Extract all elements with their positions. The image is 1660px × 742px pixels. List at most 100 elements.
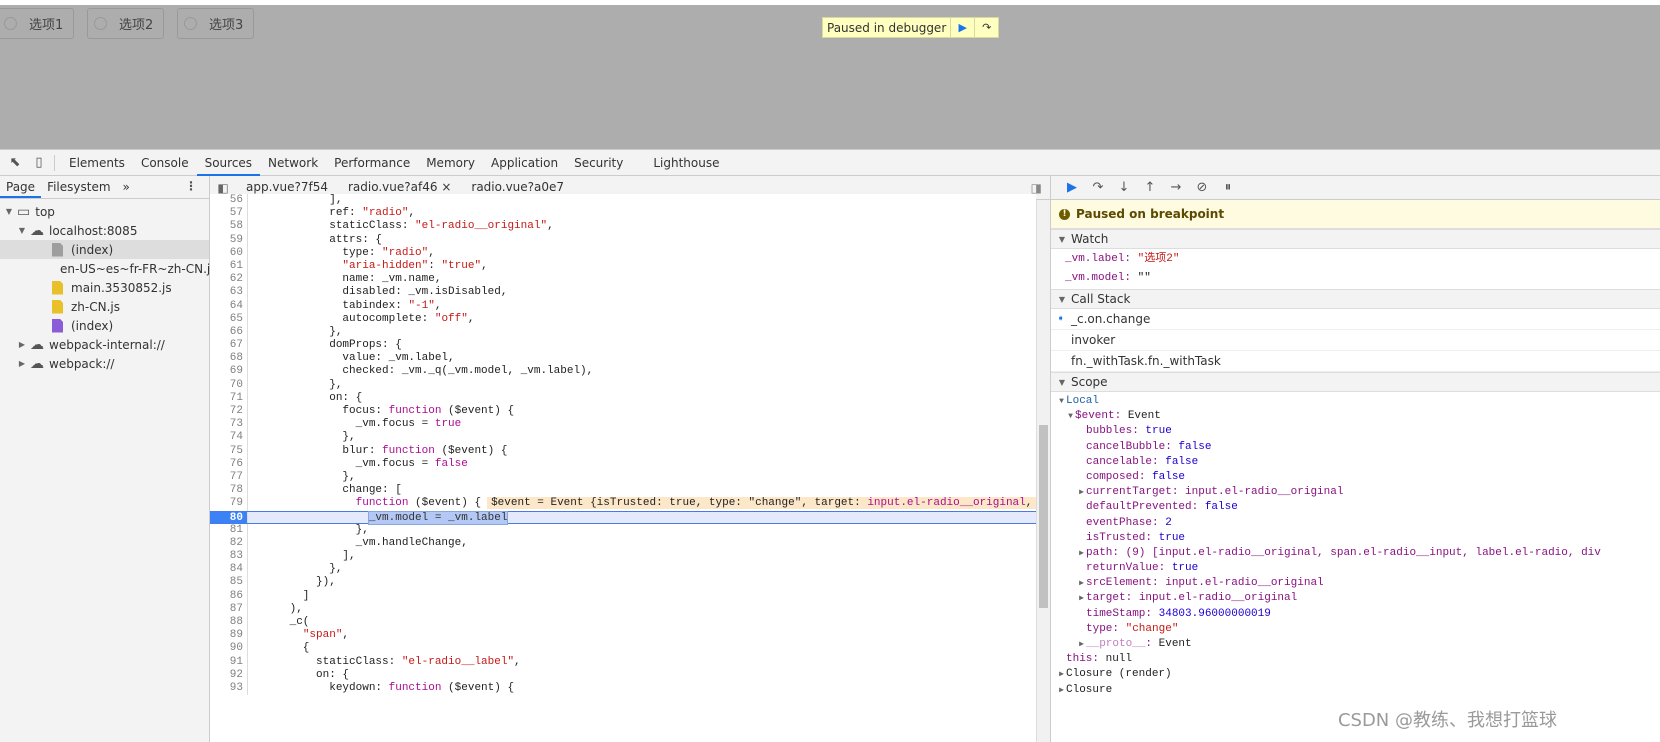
code-line[interactable]: 74 }, [210, 431, 1036, 445]
radio-option-1[interactable]: 选项1 [0, 8, 75, 39]
callstack-frame-active[interactable]: ➧ _c.on.change [1051, 309, 1660, 330]
deactivate-breakpoints-icon[interactable]: ⊘ [1189, 180, 1215, 195]
tab-elements[interactable]: Elements [61, 150, 133, 176]
line-number[interactable]: 79 [210, 497, 248, 511]
line-number[interactable]: 72 [210, 405, 248, 419]
step-out-icon[interactable]: ↑ [1137, 180, 1163, 195]
triangle-right-icon[interactable]: ▶ [1057, 667, 1066, 682]
code-line[interactable]: 58 staticClass: "el-radio__original", [210, 220, 1036, 234]
tree-item[interactable]: en-US~es~fr-FR~zh-CN.js [0, 259, 216, 278]
scope-item[interactable]: ▼ $event: Event [1051, 409, 1660, 424]
scope-item[interactable]: ▼ Local [1051, 394, 1660, 409]
triangle-right-icon[interactable]: ▶ [1077, 576, 1086, 591]
tree-item[interactable]: ▼ ▭ top [0, 202, 209, 221]
scope-item[interactable]: ▶ __proto__: Event [1051, 637, 1660, 652]
triangle-down-icon[interactable]: ▼ [1066, 409, 1075, 424]
triangle-right-icon[interactable]: ▶ [1077, 591, 1086, 606]
tree-item[interactable]: ▼ ☁ localhost:8085 [0, 221, 209, 240]
line-number[interactable]: 92 [210, 668, 248, 682]
scope-item[interactable]: ▶ currentTarget: input.el-radio__original [1051, 485, 1660, 500]
line-number[interactable]: 58 [210, 220, 248, 234]
code-line-breakpoint[interactable]: 80 _vm.model = _vm.label [210, 510, 1036, 525]
code-line[interactable]: 89 "span", [210, 629, 1036, 643]
code-line[interactable]: 76 _vm.focus = false [210, 457, 1036, 471]
line-number[interactable]: 65 [210, 312, 248, 326]
tree-item[interactable]: ▶ ☁ webpack:// [0, 354, 209, 373]
code-line[interactable]: 67 domProps: { [210, 339, 1036, 353]
line-number[interactable]: 89 [210, 629, 248, 643]
line-number[interactable]: 75 [210, 444, 248, 458]
line-number[interactable]: 93 [210, 681, 248, 696]
watch-item[interactable]: _vm.label: "选项2" [1051, 250, 1660, 269]
tab-filesystem[interactable]: Filesystem [41, 176, 116, 198]
more-tabs-button[interactable]: » [117, 176, 136, 198]
code-line[interactable]: 92 on: { [210, 668, 1036, 682]
line-number[interactable]: 78 [210, 484, 248, 498]
line-number[interactable]: 90 [210, 642, 248, 656]
code-line[interactable]: 56 ], [210, 194, 1036, 208]
pause-on-exceptions-icon[interactable]: ⏸ [1215, 180, 1241, 195]
line-number[interactable]: 61 [210, 259, 248, 274]
triangle-down-icon[interactable]: ▼ [1057, 394, 1066, 409]
code-line[interactable]: 79 function ($event) {$event = Event {is… [210, 497, 1036, 511]
line-number[interactable]: 63 [210, 286, 248, 300]
scope-section-header[interactable]: ▼ Scope [1051, 372, 1660, 392]
code-line[interactable]: 73 _vm.focus = true [210, 418, 1036, 432]
scope-item[interactable]: ▶ path: (9) [input.el-radio__original, sp… [1051, 546, 1660, 561]
line-number[interactable]: 88 [210, 616, 248, 630]
callstack-section-header[interactable]: ▼ Call Stack [1051, 289, 1660, 309]
code-line[interactable]: 93 keydown: function ($event) { [210, 681, 1036, 696]
radio-option-2[interactable]: 选项2 [87, 8, 165, 39]
tab-application[interactable]: Application [483, 150, 566, 176]
scrollbar-thumb[interactable] [1039, 425, 1048, 608]
code-line[interactable]: 91 staticClass: "el-radio__label", [210, 655, 1036, 669]
device-toolbar-icon[interactable]: ▯ [30, 155, 48, 170]
code-line[interactable]: 61 "aria-hidden": "true", [210, 259, 1036, 274]
code-line[interactable]: 64 tabindex: "-1", [210, 299, 1036, 313]
tab-network[interactable]: Network [260, 150, 326, 176]
code-line[interactable]: 77 }, [210, 470, 1036, 485]
inspect-element-icon[interactable]: ⬉ [0, 155, 30, 170]
toggle-debugger-icon[interactable]: ◨ [1031, 181, 1042, 195]
triangle-right-icon[interactable]: ▶ [1077, 485, 1086, 500]
code-line[interactable]: 65 autocomplete: "off", [210, 312, 1036, 326]
code-line[interactable]: 82 _vm.handleChange, [210, 536, 1036, 551]
tab-memory[interactable]: Memory [418, 150, 483, 176]
resume-icon[interactable]: ▶ [1059, 180, 1085, 195]
tree-item[interactable]: zh-CN.js [0, 297, 209, 316]
code-line[interactable]: 66 }, [210, 325, 1036, 340]
line-number[interactable]: 68 [210, 352, 248, 366]
line-number[interactable]: 62 [210, 273, 248, 287]
line-number[interactable]: 73 [210, 418, 248, 432]
scope-item[interactable]: ▶ Closure [1051, 683, 1660, 698]
code-line[interactable]: 88 _c( [210, 616, 1036, 630]
step-icon[interactable]: → [1163, 180, 1189, 195]
line-number[interactable]: 69 [210, 365, 248, 379]
triangle-right-icon[interactable]: ▶ [1077, 637, 1086, 652]
close-tab-icon[interactable]: × [441, 180, 451, 194]
line-number[interactable]: 66 [210, 325, 248, 340]
tab-console[interactable]: Console [133, 150, 197, 176]
code-line[interactable]: 72 focus: function ($event) { [210, 405, 1036, 419]
radio-option-3[interactable]: 选项3 [177, 8, 255, 39]
watch-section-header[interactable]: ▼ Watch [1051, 229, 1660, 249]
code-line[interactable]: 57 ref: "radio", [210, 207, 1036, 221]
line-number[interactable]: 64 [210, 299, 248, 313]
line-number[interactable]: 56 [210, 194, 248, 208]
code-line[interactable]: 84 }, [210, 563, 1036, 577]
code-line[interactable]: 70 }, [210, 378, 1036, 392]
line-number[interactable]: 85 [210, 576, 248, 590]
tree-item[interactable]: ▶ ☁ webpack-internal:// [0, 335, 209, 354]
step-into-icon[interactable]: ↓ [1111, 180, 1137, 195]
line-number[interactable]: 83 [210, 550, 248, 564]
tab-lighthouse[interactable]: Lighthouse [645, 150, 727, 176]
scope-item[interactable]: ▶ srcElement: input.el-radio__original [1051, 576, 1660, 591]
line-number[interactable]: 91 [210, 655, 248, 669]
tab-security[interactable]: Security [566, 150, 631, 176]
line-number[interactable]: 86 [210, 589, 248, 603]
code-line[interactable]: 59 attrs: { [210, 233, 1036, 247]
line-number[interactable]: 67 [210, 339, 248, 353]
tree-item[interactable]: main.3530852.js [0, 278, 209, 297]
code-editor[interactable]: 56 ], 57 ref: "radio", 58 staticClass: "el… [210, 194, 1036, 736]
tab-sources[interactable]: Sources [196, 150, 261, 176]
